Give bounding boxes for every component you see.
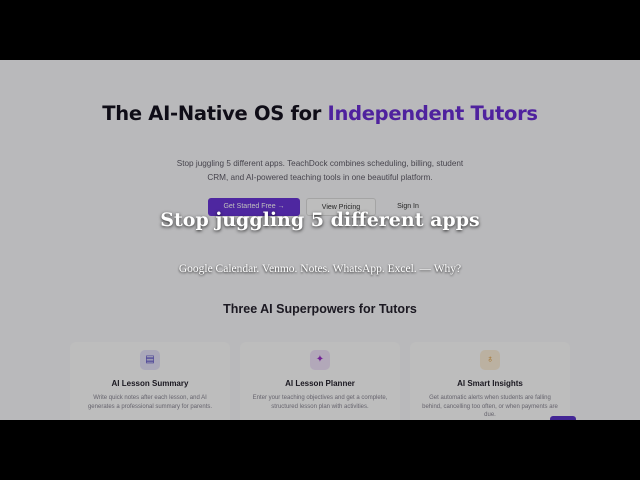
dim-overlay — [0, 60, 640, 420]
letterbox-bottom — [0, 420, 640, 480]
caption-title: Stop juggling 5 different apps — [160, 209, 480, 231]
letterbox-top — [0, 0, 640, 60]
caption-subtitle: Google Calendar. Venmo. Notes. WhatsApp.… — [178, 263, 462, 275]
landing-page: The AI-Native OS for Independent Tutors … — [0, 60, 640, 420]
